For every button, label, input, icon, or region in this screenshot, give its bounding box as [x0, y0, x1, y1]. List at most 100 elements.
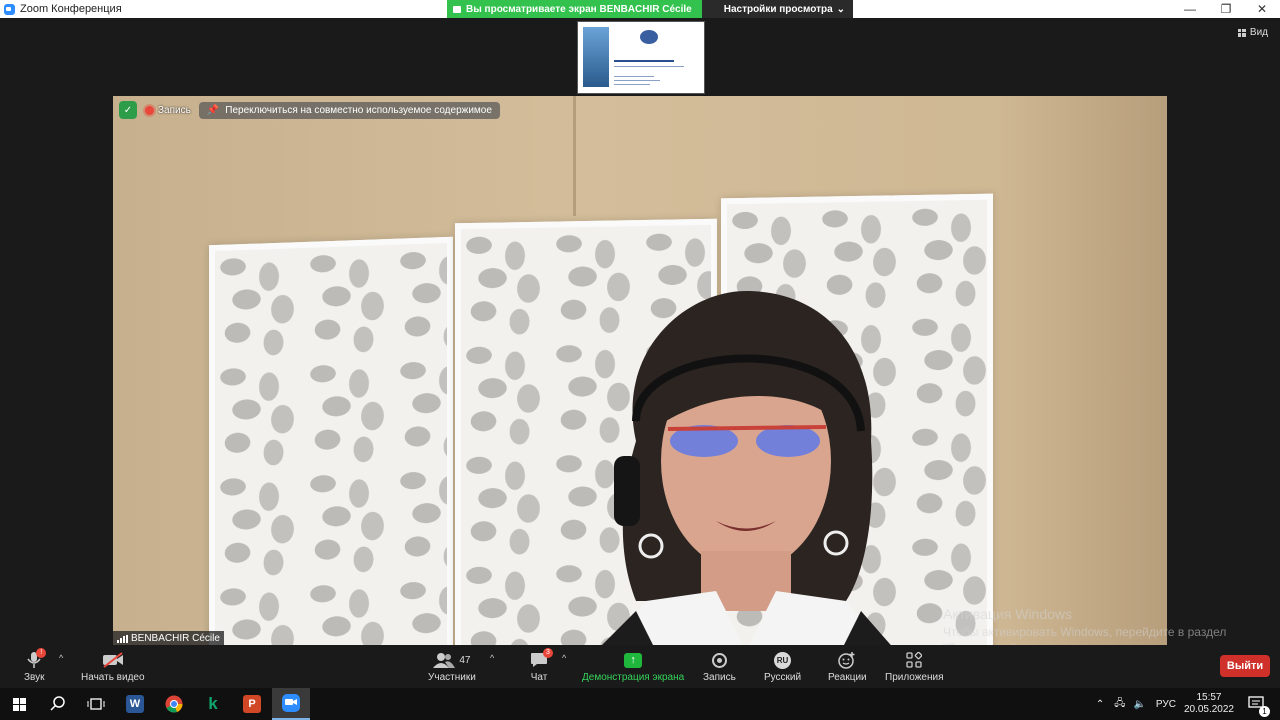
audio-options-caret[interactable]: ^	[59, 653, 63, 663]
participants-icon: 47	[433, 651, 470, 669]
record-button[interactable]: Запись	[703, 651, 736, 683]
participants-label: Участники	[428, 672, 476, 683]
system-tray: ⌃ 🖧 🔈 РУС 15:57 20.05.2022 1	[1096, 688, 1280, 720]
grid-view-icon	[1237, 28, 1246, 37]
share-banner: Вы просматриваете экран BENBACHIR Cécile…	[447, 0, 854, 18]
zoom-app-icon	[282, 694, 300, 712]
apps-label: Приложения	[885, 672, 944, 683]
word-icon: W	[126, 695, 144, 713]
share-screen-icon: ↑	[624, 651, 643, 669]
powerpoint-icon: P	[243, 695, 261, 713]
taskbar-app-zoom[interactable]	[272, 688, 310, 720]
window-title: Zoom Конференция	[20, 3, 122, 15]
switch-to-shared-content-label: Переключиться на совместно используемое …	[225, 104, 492, 116]
zoom-logo-icon	[4, 3, 15, 15]
share-screen-label: Демонстрация экрана	[582, 672, 685, 683]
speaker-figure	[602, 291, 891, 645]
windows-logo-icon	[12, 697, 26, 711]
participants-count: 47	[459, 654, 471, 666]
recording-dot-icon	[145, 105, 154, 115]
start-video-label: Начать видео	[81, 672, 145, 683]
recording-indicator: Запись	[145, 105, 191, 116]
view-button-label: Вид	[1249, 27, 1268, 38]
clock-time: 15:57	[1196, 692, 1222, 703]
language-icon: RU	[774, 651, 792, 669]
participants-button[interactable]: 47 Участники	[428, 651, 476, 683]
decorative-screen-panel	[209, 236, 453, 645]
reactions-button[interactable]: Реакции	[828, 651, 867, 683]
leave-meeting-button[interactable]: Выйти	[1220, 655, 1270, 677]
apps-icon	[906, 651, 923, 669]
reactions-label: Реакции	[828, 672, 867, 683]
interpretation-button[interactable]: RU Русский	[764, 651, 801, 683]
clock[interactable]: 15:57 20.05.2022	[1184, 692, 1234, 716]
participants-options-caret[interactable]: ^	[490, 653, 494, 663]
minimize-button[interactable]: —	[1172, 0, 1208, 18]
view-button[interactable]: Вид	[1237, 27, 1268, 38]
maximize-button[interactable]: ❐	[1208, 0, 1244, 18]
wall-shadow	[997, 96, 1167, 645]
clock-date: 20.05.2022	[1183, 704, 1234, 715]
view-options-button[interactable]: Настройки просмотра ⌄	[701, 0, 854, 18]
start-button[interactable]	[0, 688, 38, 720]
taskbar-app-powerpoint[interactable]: P	[233, 688, 271, 720]
microphone-icon: !	[27, 648, 47, 669]
audio-warning-badge: !	[36, 648, 47, 658]
record-label: Запись	[703, 672, 736, 683]
taskbar-app-word[interactable]: W	[116, 688, 154, 720]
notifications-button[interactable]: 1	[1248, 695, 1270, 717]
video-top-overlay: ✓ Запись 📌 Переключиться на совместно ис…	[119, 101, 500, 119]
search-icon	[50, 696, 65, 711]
notification-count-badge: 1	[1259, 705, 1270, 717]
shield-icon[interactable]: ✓	[119, 101, 137, 119]
show-hidden-icons-chevron-icon[interactable]: ⌃	[1096, 699, 1104, 710]
shared-screen-thumbnail[interactable]	[577, 21, 705, 94]
volume-icon[interactable]: 🔈	[1133, 699, 1145, 710]
share-screen-button[interactable]: ↑ Демонстрация экрана	[582, 651, 684, 683]
switch-to-shared-content-button[interactable]: 📌 Переключиться на совместно используемо…	[198, 101, 500, 119]
wall-seam	[573, 96, 576, 216]
view-options-label: Настройки просмотра	[723, 3, 833, 15]
meeting-controls-toolbar: ! Звук ^ Начать видео 47 Участники ^ 3 Ч…	[0, 645, 1280, 688]
search-button[interactable]	[39, 688, 77, 720]
taskbar-app-kaspersky[interactable]: k	[194, 688, 232, 720]
language-label: Русский	[764, 672, 802, 683]
start-video-button[interactable]: Начать видео	[81, 651, 145, 683]
smiley-plus-icon	[838, 651, 856, 669]
apps-button[interactable]: Приложения	[885, 651, 944, 683]
watermark-line-1: Активация Windows	[943, 606, 1073, 622]
chat-unread-badge: 3	[543, 648, 553, 658]
window-controls: — ❐ ✕	[1172, 0, 1280, 18]
network-icon[interactable]: 🖧	[1114, 696, 1125, 713]
chat-button[interactable]: 3 Чат	[530, 648, 553, 683]
record-icon	[711, 651, 727, 669]
logo-icon	[640, 30, 658, 44]
participant-name: BENBACHIR Cécile	[131, 633, 220, 644]
viewing-screen-indicator: Вы просматриваете экран BENBACHIR Cécile	[447, 0, 702, 18]
task-view-button[interactable]	[77, 688, 115, 720]
building-image	[583, 27, 609, 87]
screen-share-icon	[453, 5, 461, 13]
kaspersky-icon: k	[208, 694, 218, 713]
watermark-line-2: Чтобы активировать Windows, перейдите в …	[943, 625, 1227, 639]
close-button[interactable]: ✕	[1244, 0, 1280, 18]
video-off-icon	[102, 651, 124, 669]
chevron-down-icon: ⌄	[836, 3, 846, 15]
taskbar-app-chrome[interactable]	[155, 688, 193, 720]
pin-icon: 📌	[206, 104, 220, 116]
windows-activation-watermark: Активация Windows Чтобы активировать Win…	[943, 606, 1226, 655]
slide-subtitle-line	[614, 66, 684, 67]
language-code: RU	[774, 651, 792, 669]
chat-options-caret[interactable]: ^	[562, 653, 566, 663]
signal-strength-icon	[117, 634, 128, 643]
windows-taskbar: W k P ⌃ 🖧 🔈 РУС 15:57 20.05.2022 1	[0, 688, 1280, 720]
participant-video[interactable]: ✓ Запись 📌 Переключиться на совместно ис…	[113, 96, 1167, 645]
input-language-indicator[interactable]: РУС	[1156, 699, 1176, 710]
task-view-icon	[87, 698, 105, 710]
chat-label: Чат	[530, 672, 548, 683]
chat-icon: 3	[530, 648, 553, 669]
slide-text-line	[614, 80, 660, 81]
slide-text-line	[614, 76, 654, 77]
viewing-screen-text: Вы просматриваете экран BENBACHIR Cécile	[466, 3, 692, 15]
audio-button[interactable]: ! Звук	[24, 648, 47, 683]
